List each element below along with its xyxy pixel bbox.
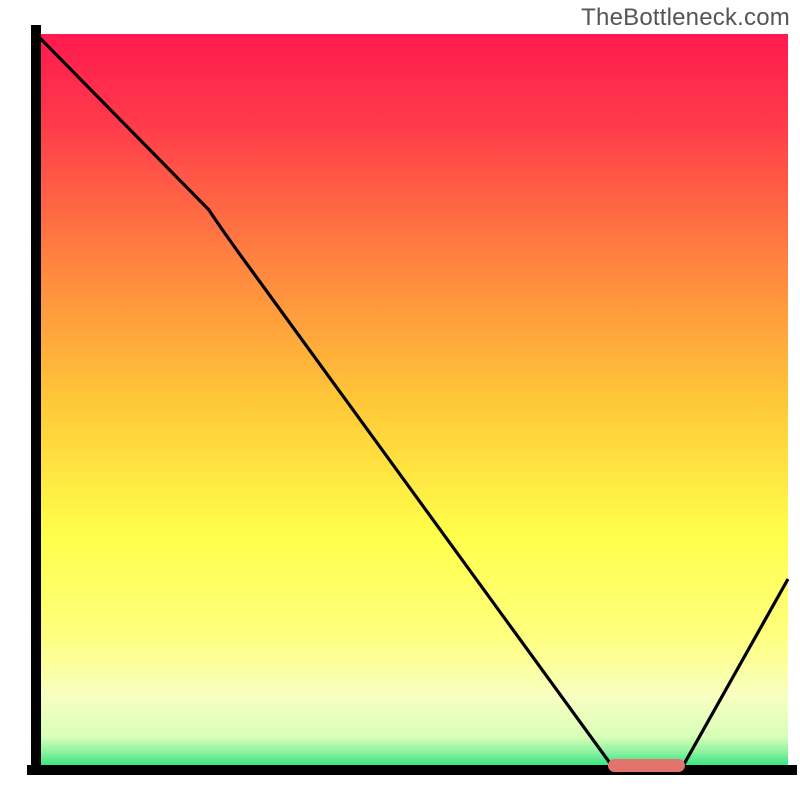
bottleneck-chart (0, 0, 800, 800)
watermark-text: TheBottleneck.com (581, 4, 790, 32)
optimal-range-marker (608, 759, 685, 772)
chart-container: TheBottleneck.com (0, 0, 800, 800)
gradient-background (36, 34, 788, 770)
